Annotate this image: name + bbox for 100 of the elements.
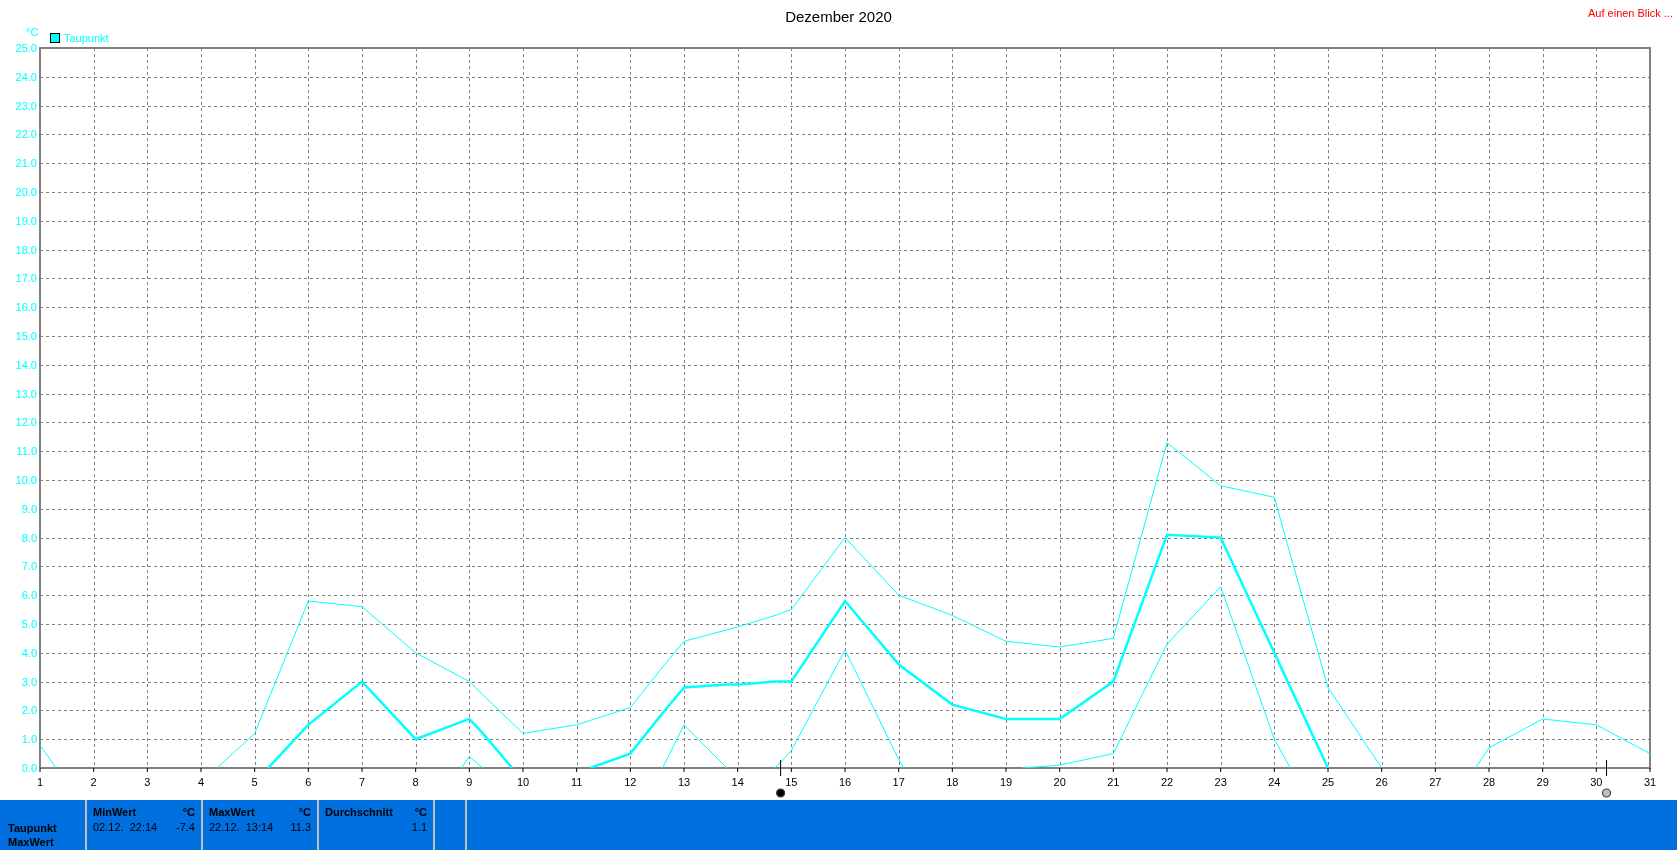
x-tick <box>200 767 202 773</box>
x-tick <box>1005 767 1007 773</box>
x-tick-label: 31 <box>1643 776 1657 788</box>
x-tick-label: 12 <box>624 776 637 788</box>
y-tick-label: 10.0 <box>15 474 37 486</box>
y-tick-label: 5.0 <box>21 618 37 630</box>
x-tick <box>1112 767 1114 773</box>
stat-value: -7.4 <box>176 820 195 834</box>
overview-link[interactable]: Auf einen Blick ... <box>1588 5 1673 22</box>
unit-label: °C <box>414 805 427 819</box>
x-tick-label: 30 <box>1590 776 1603 788</box>
x-tick <box>1381 767 1383 773</box>
x-tick <box>307 767 309 773</box>
x-tick <box>844 767 846 773</box>
x-tick <box>1649 767 1651 773</box>
x-tick-label: 7 <box>358 776 366 788</box>
y-tick-label: 24.0 <box>15 70 37 83</box>
x-tick <box>1220 767 1222 773</box>
x-tick <box>898 767 900 773</box>
stat-value: 11.3 <box>290 820 311 834</box>
stat-value: 1.1 <box>411 820 427 834</box>
x-tick-label: 5 <box>251 776 258 788</box>
x-tick-label: 14 <box>731 776 744 788</box>
x-tick <box>1059 767 1061 773</box>
y-tick-label: 1.0 <box>21 733 37 746</box>
x-tick <box>39 767 41 773</box>
x-tick <box>576 767 578 773</box>
x-tick-label: 22 <box>1160 776 1174 788</box>
x-tick-label: 6 <box>305 776 312 788</box>
moon-phase-tick <box>1606 759 1608 777</box>
y-tick-label: 19.0 <box>15 214 37 227</box>
x-tick-label: 18 <box>946 776 959 788</box>
y-tick-label: 17.0 <box>15 272 37 285</box>
timestamp: 02.12. 22:14 <box>93 820 158 834</box>
column-heading: MinWert <box>93 805 137 819</box>
x-tick-label: 17 <box>892 776 905 788</box>
x-tick-label: 28 <box>1482 776 1496 788</box>
x-tick <box>790 767 792 773</box>
x-tick <box>1434 767 1436 773</box>
y-tick-label: 3.0 <box>21 675 37 688</box>
x-tick <box>629 767 631 773</box>
x-tick <box>1166 767 1168 773</box>
y-tick-label: 23.0 <box>15 99 37 112</box>
y-tick-label: 16.0 <box>15 301 37 314</box>
y-tick-label: 6.0 <box>21 589 37 602</box>
x-tick-label: 25 <box>1321 776 1335 788</box>
x-tick-label: 26 <box>1375 776 1388 788</box>
y-axis-unit: °C <box>26 26 39 38</box>
x-tick <box>415 767 417 773</box>
x-tick-label: 4 <box>197 776 205 788</box>
x-tick-label: 9 <box>466 776 473 788</box>
chart-title: Dezember 2020 <box>785 7 892 27</box>
y-tick-label: 18.0 <box>15 243 37 256</box>
x-tick-label: 16 <box>838 776 852 788</box>
moon-phase-tick <box>780 759 782 777</box>
y-tick-label: 11.0 <box>16 445 37 458</box>
x-tick <box>1488 767 1490 773</box>
row-label: Taupunkt <box>8 821 58 835</box>
y-tick-label: 20.0 <box>15 186 37 198</box>
x-tick-label: 24 <box>1268 776 1281 788</box>
x-tick <box>468 767 470 773</box>
x-tick-label: 19 <box>999 776 1013 788</box>
y-tick-label: 7.0 <box>21 560 37 573</box>
y-tick-label: 14.0 <box>15 358 37 371</box>
x-tick <box>361 767 363 773</box>
x-tick-label: 2 <box>90 776 97 788</box>
x-tick-label: 13 <box>677 776 691 788</box>
x-tick <box>1327 767 1329 773</box>
x-tick-label: 1 <box>36 776 44 788</box>
y-tick-label: 13.0 <box>15 387 37 400</box>
y-tick-label: 0.0 <box>21 762 37 774</box>
x-tick <box>951 767 953 773</box>
y-tick-label: 25.0 <box>15 42 37 54</box>
x-tick <box>93 767 95 773</box>
x-tick-label: 8 <box>412 776 419 788</box>
x-tick-label: 27 <box>1429 776 1442 788</box>
unit-label: °C <box>298 805 311 819</box>
x-tick <box>254 767 256 773</box>
x-tick-label: 29 <box>1536 776 1549 788</box>
x-tick-label: 15 <box>785 776 798 788</box>
y-tick-label: 22.0 <box>15 128 37 141</box>
y-tick-label: 4.0 <box>21 646 37 659</box>
y-tick-label: 2.0 <box>21 704 37 717</box>
x-tick <box>1542 767 1544 773</box>
x-tick <box>683 767 685 773</box>
x-tick <box>737 767 739 773</box>
x-tick-label: 11 <box>570 776 583 788</box>
x-tick <box>1595 767 1597 773</box>
y-tick-label: 15.0 <box>15 330 37 342</box>
x-tick-label: 23 <box>1214 776 1227 788</box>
x-tick-label: 20 <box>1053 776 1066 788</box>
y-tick-label: 21.0 <box>15 157 37 170</box>
row-label: MaxWert <box>8 835 55 849</box>
y-tick-label: 9.0 <box>21 502 37 515</box>
x-tick <box>146 767 148 773</box>
unit-label: °C <box>182 805 195 819</box>
x-tick <box>522 767 524 773</box>
legend-label: Taupunkt <box>64 31 109 46</box>
timestamp: 22.12. 13:14 <box>209 820 274 834</box>
x-tick-label: 21 <box>1107 776 1120 788</box>
